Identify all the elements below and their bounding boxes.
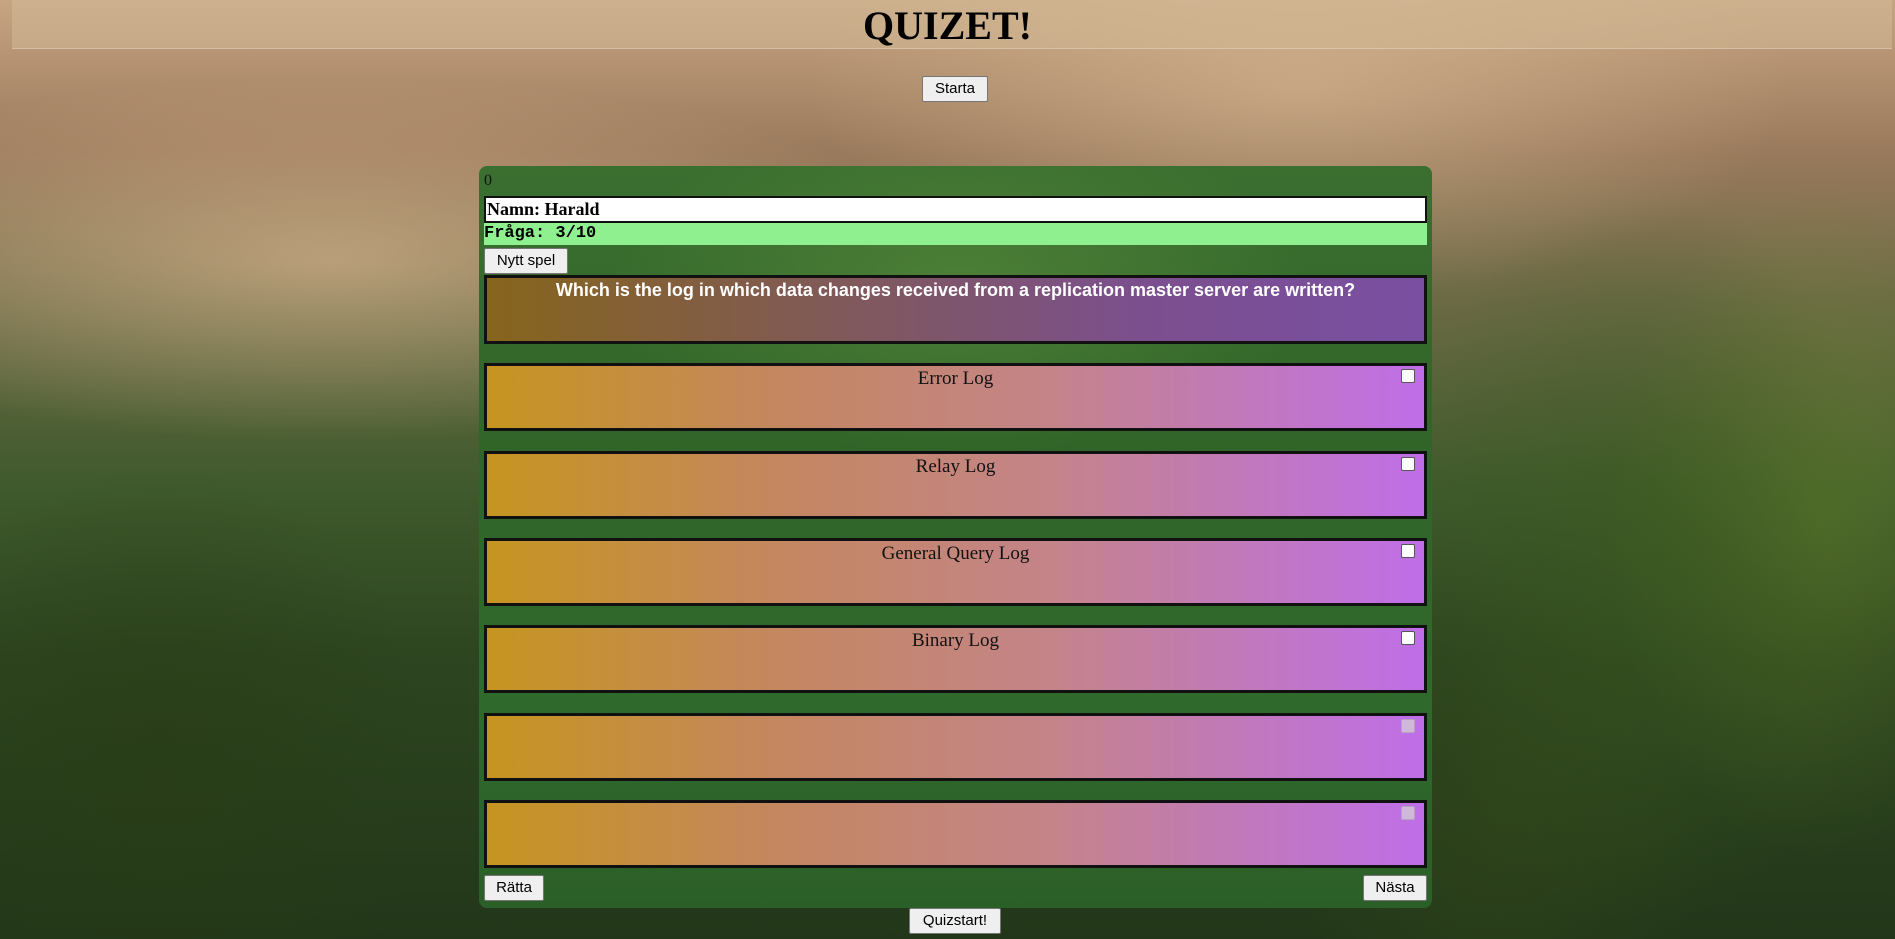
answer-checkbox-5	[1401, 719, 1415, 733]
page-title: QUIZET!	[863, 3, 1032, 48]
answer-checkbox-4[interactable]	[1401, 631, 1415, 645]
answer-checkbox-3[interactable]	[1401, 544, 1415, 558]
answer-option-5	[484, 713, 1427, 781]
answer-label: General Query Log	[881, 543, 1030, 564]
question-text: Which is the log in which data changes r…	[484, 275, 1427, 344]
check-answer-button[interactable]: Rätta	[484, 875, 544, 901]
answer-label: Error Log	[917, 368, 994, 389]
answer-label: Binary Log	[911, 630, 1000, 651]
new-game-button[interactable]: Nytt spel	[484, 248, 568, 274]
quiz-panel: 0 Namn: Harald Fråga: 3/10 Nytt spel Whi…	[479, 166, 1432, 908]
next-question-button[interactable]: Nästa	[1363, 875, 1427, 901]
answer-checkbox-1[interactable]	[1401, 369, 1415, 383]
answer-option-1[interactable]: Error Log	[484, 363, 1427, 431]
answer-checkbox-2[interactable]	[1401, 457, 1415, 471]
question-counter: Fråga: 3/10	[484, 223, 1427, 245]
answer-option-4[interactable]: Binary Log	[484, 625, 1427, 693]
answer-option-6	[484, 800, 1427, 868]
answer-option-3[interactable]: General Query Log	[484, 538, 1427, 606]
answer-checkbox-6	[1401, 806, 1415, 820]
quizstart-button[interactable]: Quizstart!	[909, 908, 1001, 934]
answer-option-2[interactable]: Relay Log	[484, 451, 1427, 519]
start-button[interactable]: Starta	[922, 76, 988, 102]
score-value: 0	[484, 172, 492, 189]
answer-label: Relay Log	[915, 456, 996, 477]
player-name: Namn: Harald	[484, 196, 1427, 223]
